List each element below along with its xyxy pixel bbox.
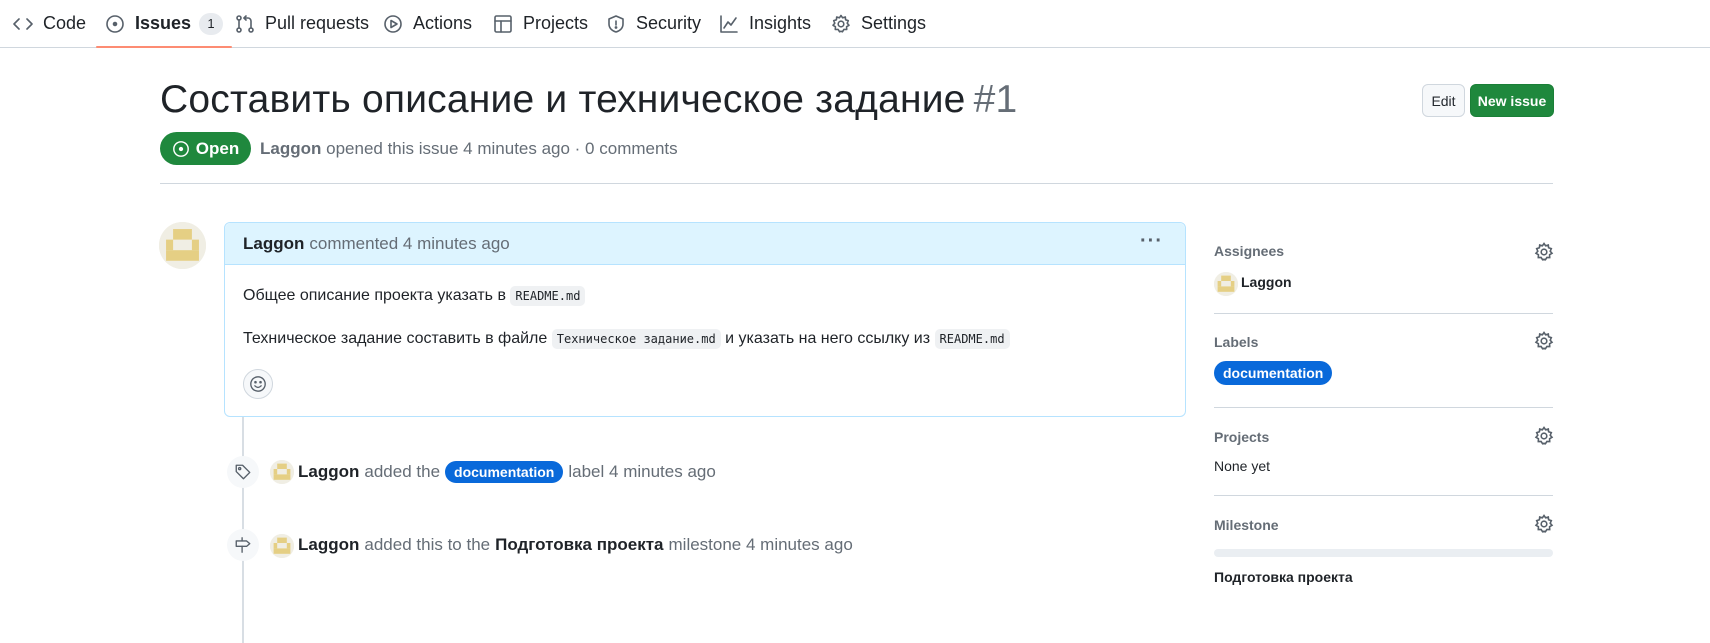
- event-text: added the: [364, 462, 441, 481]
- repo-nav: Code Issues 1 Pull requests Actions Proj…: [0, 0, 1710, 48]
- header-divider: [160, 183, 1553, 184]
- issues-counter: 1: [199, 12, 224, 35]
- sidebar-divider: [1214, 495, 1553, 496]
- comment-paragraph-2: Техническое задание составить в файле Те…: [243, 328, 1167, 350]
- comment-action: commented 4 minutes ago: [309, 233, 510, 253]
- issue-opened-icon: [172, 140, 189, 157]
- comment-text: Техническое задание составить в файле: [243, 330, 548, 347]
- inline-code: README.md: [510, 286, 586, 306]
- tab-issues-label: Issues: [135, 13, 192, 33]
- inline-code: Техническое задание.md: [551, 329, 721, 349]
- tab-security[interactable]: Security: [606, 0, 701, 47]
- comment-body: Общее описание проекта указать в README.…: [225, 265, 1185, 350]
- milestone-link[interactable]: Подготовка проекта: [495, 535, 663, 555]
- smiley-icon: [250, 376, 266, 392]
- identicon-image: [270, 460, 294, 484]
- status-badge: Open: [160, 132, 251, 165]
- assignees-gear-icon[interactable]: [1534, 242, 1554, 262]
- projects-gear-icon[interactable]: [1534, 426, 1554, 446]
- edit-button[interactable]: Edit: [1422, 84, 1465, 117]
- git-pull-request-icon: [236, 14, 254, 33]
- sidebar-heading-assignees[interactable]: Assignees: [1214, 243, 1284, 259]
- projects-value: None yet: [1214, 458, 1271, 474]
- tab-projects-label: Projects: [523, 13, 589, 33]
- identicon-image: [270, 534, 294, 558]
- comment-paragraph-1: Общее описание проекта указать в README.…: [243, 285, 1167, 307]
- issue-title: Составить описание и техническое задание…: [160, 78, 1017, 122]
- event-text: added this to the: [364, 535, 491, 554]
- tab-code[interactable]: Code: [13, 0, 86, 47]
- tab-insights-label: Insights: [749, 13, 812, 33]
- timeline-event-badge: [227, 456, 259, 488]
- issue-meta: Laggon opened this issue 4 minutes ago ·…: [260, 139, 678, 159]
- milestone-icon: [235, 537, 251, 553]
- label-pill[interactable]: documentation: [1214, 361, 1333, 385]
- event-text: label 4 minutes ago: [568, 462, 716, 481]
- inline-code: README.md: [934, 329, 1010, 349]
- issue-author-link[interactable]: Laggon: [260, 139, 321, 158]
- tab-actions[interactable]: Actions: [383, 0, 472, 47]
- avatar[interactable]: [1214, 272, 1238, 296]
- shield-icon: [608, 14, 624, 33]
- tab-security-label: Security: [636, 13, 702, 33]
- kebab-menu-icon[interactable]: ···: [1140, 231, 1163, 251]
- status-label: Open: [195, 138, 240, 158]
- event-actor-link[interactable]: Laggon: [298, 535, 359, 555]
- event-text: milestone 4 minutes ago: [668, 535, 853, 554]
- add-reaction-button[interactable]: [243, 369, 273, 399]
- tab-actions-label: Actions: [413, 13, 473, 33]
- tag-icon: [235, 464, 251, 480]
- identicon-image: [159, 222, 206, 269]
- label-pill[interactable]: documentation: [445, 461, 564, 483]
- avatar[interactable]: [159, 222, 206, 269]
- comment-author-link[interactable]: Laggon: [243, 234, 304, 254]
- play-icon: [384, 14, 402, 33]
- assignee-link[interactable]: Laggon: [1241, 274, 1292, 290]
- timeline-event-milestone: Laggon added this to the Подготовка прое…: [298, 535, 853, 555]
- issue-number: #1: [973, 78, 1018, 121]
- tab-projects[interactable]: Projects: [493, 0, 588, 47]
- comment-header: Laggon commented 4 minutes ago ···: [225, 223, 1185, 265]
- sidebar-divider: [1214, 407, 1553, 408]
- comment-text: и указать на него ссылку из: [725, 330, 931, 347]
- graph-icon: [720, 14, 738, 33]
- gear-icon: [832, 14, 850, 33]
- avatar[interactable]: [270, 460, 294, 484]
- tab-pull-requests[interactable]: Pull requests: [235, 0, 369, 47]
- tab-settings[interactable]: Settings: [831, 0, 926, 47]
- tab-pull-requests-label: Pull requests: [265, 13, 370, 33]
- milestone-link[interactable]: Подготовка проекта: [1214, 569, 1353, 585]
- labels-gear-icon[interactable]: [1534, 331, 1554, 351]
- code-icon: [13, 17, 33, 30]
- sidebar-heading-projects[interactable]: Projects: [1214, 429, 1269, 445]
- timeline-event-label: Laggon added the documentation label 4 m…: [298, 461, 716, 483]
- sidebar-heading-milestone[interactable]: Milestone: [1214, 517, 1279, 533]
- comment-box: Laggon commented 4 minutes ago ··· Общее…: [224, 222, 1186, 417]
- avatar[interactable]: [270, 534, 294, 558]
- tab-settings-label: Settings: [861, 13, 927, 33]
- timeline-event-badge: [227, 529, 259, 561]
- event-actor-link[interactable]: Laggon: [298, 462, 359, 482]
- new-issue-button[interactable]: New issue: [1470, 84, 1554, 117]
- sidebar-divider: [1214, 313, 1553, 314]
- issue-title-text: Составить описание и техническое задание: [160, 78, 966, 121]
- issue-meta-text: opened this issue 4 minutes ago · 0 comm…: [326, 139, 678, 158]
- tab-code-label: Code: [43, 13, 87, 33]
- table-icon: [494, 14, 512, 33]
- milestone-progress-bar: [1214, 549, 1553, 557]
- identicon-image: [1214, 272, 1238, 296]
- tab-insights[interactable]: Insights: [719, 0, 811, 47]
- milestone-gear-icon[interactable]: [1534, 514, 1554, 534]
- issue-opened-icon: [106, 14, 124, 33]
- comment-text: Общее описание проекта указать в: [243, 287, 506, 304]
- tab-issues[interactable]: Issues 1: [95, 0, 233, 48]
- sidebar-heading-labels[interactable]: Labels: [1214, 334, 1258, 350]
